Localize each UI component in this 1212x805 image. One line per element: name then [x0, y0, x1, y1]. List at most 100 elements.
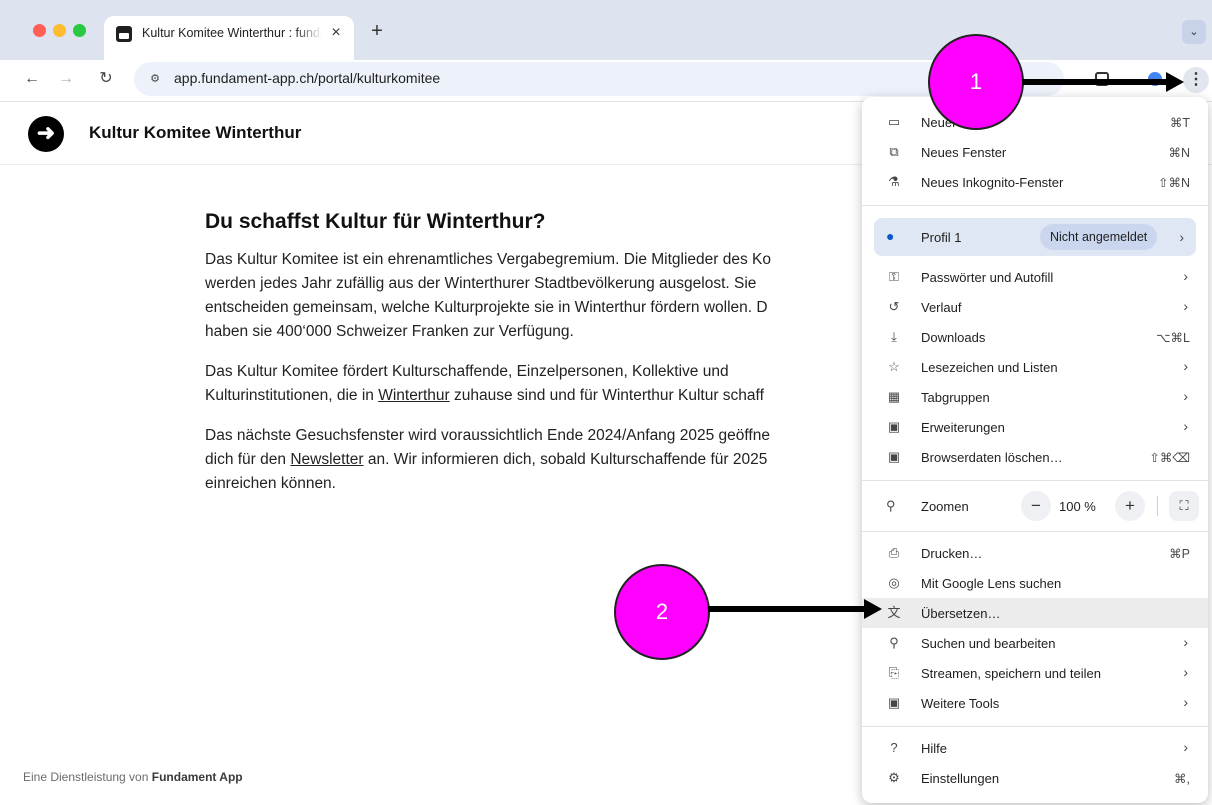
main-content: Du schaffst Kultur für Winterthur? Das K…: [205, 210, 905, 512]
new-tab-icon: ▭: [887, 114, 901, 129]
page-headline: Du schaffst Kultur für Winterthur?: [205, 210, 546, 233]
chevron-right-icon: ›: [1183, 418, 1188, 434]
org-title[interactable]: Kultur Komitee Winterthur: [89, 123, 301, 143]
chevron-right-icon: ›: [1183, 634, 1188, 650]
text-line: haben sie 400‘000 Schweizer Franken zur …: [205, 323, 574, 340]
menu-item-incognito[interactable]: ⚗ Neues Inkognito-Fenster ⇧⌘N: [862, 167, 1208, 197]
menu-item-extensions[interactable]: ▣ Erweiterungen ›: [862, 412, 1208, 442]
close-window-button[interactable]: [33, 24, 46, 37]
sign-in-status-badge[interactable]: Nicht angemeldet: [1040, 224, 1158, 250]
menu-divider: [862, 480, 1208, 481]
annotation-step-1: 1: [928, 34, 1024, 130]
chrome-main-menu: ▭ Neuer Tab ⌘T ⧉ Neues Fenster ⌘N ⚗ Neue…: [862, 97, 1208, 803]
menu-label: Mit Google Lens suchen: [921, 576, 1062, 591]
menu-label: Weitere Tools: [921, 696, 1000, 711]
back-button[interactable]: ←: [20, 67, 44, 91]
history-icon: ↺: [888, 299, 900, 314]
menu-label: Erweiterungen: [921, 420, 1005, 435]
menu-item-tab-groups[interactable]: ▦ Tabgruppen ›: [862, 382, 1208, 412]
menu-item-new-tab[interactable]: ▭ Neuer Tab ⌘T: [862, 107, 1208, 137]
text-line: Das Kultur Komitee ist ein ehrenamtliche…: [205, 251, 772, 268]
chevron-right-icon: ›: [1183, 358, 1188, 374]
menu-divider: [862, 726, 1208, 727]
cast-icon: ⎘: [888, 665, 900, 680]
footer-brand[interactable]: Fundament App: [152, 770, 243, 784]
annotation-arrow-2: [708, 606, 868, 612]
menu-item-cast-save-share[interactable]: ⎘ Streamen, speichern und teilen ›: [862, 658, 1208, 688]
maximize-window-button[interactable]: [73, 24, 86, 37]
arrow-logo-icon[interactable]: ➜: [28, 116, 64, 152]
download-icon: ⤓: [891, 329, 897, 344]
more-menu-button[interactable]: ⋮: [1183, 67, 1209, 93]
menu-label: Hilfe: [921, 741, 948, 756]
menu-item-clear-data[interactable]: ▣ Browserdaten löschen… ⇧⌘⌫: [862, 442, 1208, 472]
site-info-icon[interactable]: ⚙: [146, 70, 164, 88]
menu-item-downloads[interactable]: ⤓ Downloads ⌥⌘L: [862, 322, 1208, 352]
newsletter-paragraph: Das nächste Gesuchsfenster wird voraussi…: [205, 424, 905, 496]
new-tab-button[interactable]: +: [365, 20, 389, 44]
toolbox-icon: ▣: [887, 695, 901, 710]
menu-item-new-window[interactable]: ⧉ Neues Fenster ⌘N: [862, 137, 1208, 167]
menu-label: Zoomen: [921, 499, 969, 514]
chevron-right-icon: ›: [1183, 298, 1188, 314]
reload-button[interactable]: ↻: [94, 67, 118, 91]
menu-item-help[interactable]: ? Hilfe ›: [862, 733, 1208, 763]
tab-close-button[interactable]: ×: [326, 23, 346, 43]
text-segment: dich für den: [205, 451, 291, 468]
winterthur-link[interactable]: Winterthur: [378, 387, 450, 404]
menu-item-google-lens[interactable]: ◎ Mit Google Lens suchen: [862, 568, 1208, 598]
key-icon: ⚿: [889, 269, 899, 284]
zoom-in-button[interactable]: +: [1115, 491, 1145, 521]
text-line: Das nächste Gesuchsfenster wird voraussi…: [205, 427, 770, 444]
intro-paragraph: Das Kultur Komitee ist ein ehrenamtliche…: [205, 248, 905, 344]
menu-shortcut: ⌘T: [1169, 116, 1190, 130]
text-line: Das Kultur Komitee fördert Kulturschaffe…: [205, 363, 729, 380]
address-bar[interactable]: ⚙ app.fundament-app.ch/portal/kulturkomi…: [134, 62, 1064, 96]
gear-icon: ⚙: [888, 770, 900, 785]
menu-item-translate[interactable]: 文 Übersetzen…: [862, 598, 1208, 628]
lens-icon: ◎: [888, 575, 900, 590]
menu-item-history[interactable]: ↺ Verlauf ›: [862, 292, 1208, 322]
translate-icon: 文: [887, 605, 901, 620]
chevron-right-icon: ›: [1183, 694, 1188, 710]
profile-name: Profil 1: [921, 230, 962, 245]
tab-strip: Kultur Komitee Winterthur : fundament × …: [0, 0, 1212, 60]
chevron-right-icon: ›: [1179, 229, 1184, 245]
menu-item-bookmarks[interactable]: ☆ Lesezeichen und Listen ›: [862, 352, 1208, 382]
help-icon: ?: [890, 740, 898, 755]
forward-button[interactable]: →: [54, 67, 78, 91]
zoom-divider: [1157, 496, 1158, 516]
printer-icon: ⎙: [888, 545, 900, 560]
footer-credit: Eine Dienstleistung von Fundament App: [23, 770, 243, 784]
star-icon: ☆: [888, 359, 900, 374]
menu-label: Suchen und bearbeiten: [921, 636, 1056, 651]
menu-label: Verlauf: [921, 300, 962, 315]
menu-shortcut: ⌥⌘L: [1156, 331, 1190, 345]
menu-item-profile[interactable]: ● Profil 1 Nicht angemeldet ›: [874, 218, 1196, 256]
menu-item-more-tools[interactable]: ▣ Weitere Tools ›: [862, 688, 1208, 718]
menu-zoom-row: ⚲ Zoomen − 100 % + ⛶: [862, 488, 1208, 524]
menu-item-passwords[interactable]: ⚿ Passwörter und Autofill ›: [862, 262, 1208, 292]
tab-search-button[interactable]: ⌄: [1182, 20, 1206, 44]
text-line: einreichen können.: [205, 475, 336, 492]
menu-divider: [862, 531, 1208, 532]
minimize-window-button[interactable]: [53, 24, 66, 37]
fullscreen-button[interactable]: ⛶: [1169, 491, 1199, 521]
newsletter-link[interactable]: Newsletter: [290, 451, 363, 468]
menu-label: Streamen, speichern und teilen: [921, 666, 1101, 681]
menu-item-find-edit[interactable]: ⚲ Suchen und bearbeiten ›: [862, 628, 1208, 658]
url-text[interactable]: app.fundament-app.ch/portal/kulturkomite…: [174, 70, 440, 86]
menu-item-settings[interactable]: ⚙ Einstellungen ⌘,: [862, 763, 1208, 793]
person-icon: ●: [886, 228, 895, 244]
chevron-right-icon: ›: [1183, 739, 1188, 755]
menu-item-print[interactable]: ⎙ Drucken… ⌘P: [862, 538, 1208, 568]
menu-label: Passwörter und Autofill: [921, 270, 1054, 285]
favicon-icon: [116, 26, 132, 42]
active-tab[interactable]: Kultur Komitee Winterthur : fundament ×: [104, 16, 354, 60]
new-window-icon: ⧉: [889, 144, 899, 159]
text-segment: zuhause sind und für Winterthur Kultur s…: [449, 387, 764, 404]
arrow-head-icon: [864, 599, 882, 619]
zoom-out-button[interactable]: −: [1021, 491, 1051, 521]
menu-shortcut: ⌘N: [1168, 146, 1190, 160]
menu-label: Downloads: [921, 330, 986, 345]
